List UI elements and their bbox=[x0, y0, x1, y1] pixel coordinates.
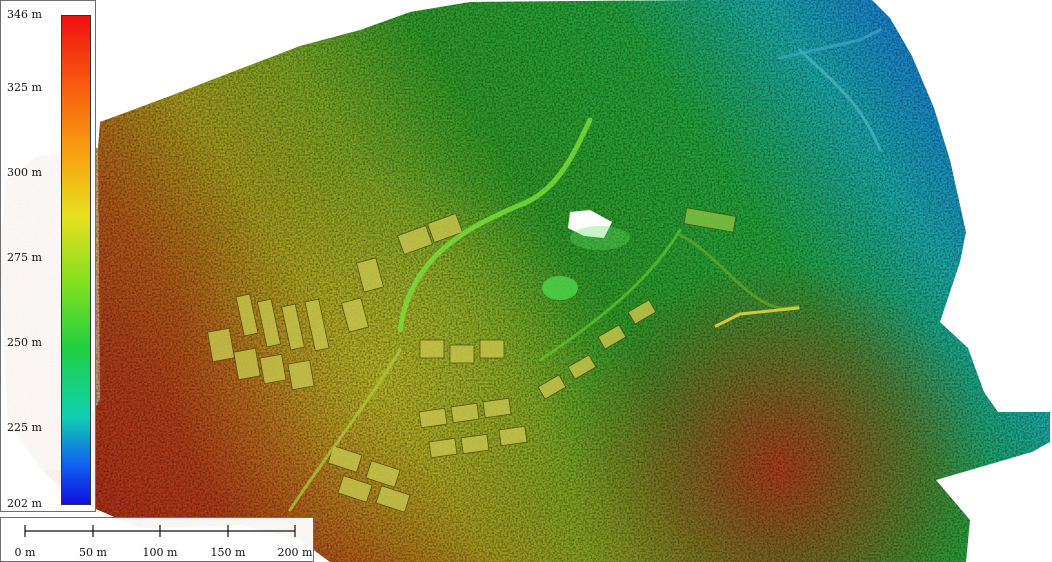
terrain-surface bbox=[0, 0, 1050, 562]
scale-label: 0 m bbox=[14, 546, 36, 559]
legend-label: 250 m bbox=[7, 336, 42, 349]
legend-label: 325 m bbox=[7, 81, 42, 94]
legend-label: 202 m bbox=[7, 497, 42, 510]
scale-bar: 0 m 50 m 100 m 150 m 200 m bbox=[0, 517, 314, 562]
scale-label: 200 m bbox=[277, 546, 313, 559]
legend-label: 275 m bbox=[7, 251, 42, 264]
scale-bar-line bbox=[24, 525, 296, 537]
elevation-legend: 346 m 325 m 300 m 275 m 250 m 225 m 202 … bbox=[0, 0, 96, 512]
elevation-map[interactable] bbox=[0, 0, 1052, 562]
legend-label: 300 m bbox=[7, 166, 42, 179]
scale-label: 50 m bbox=[79, 546, 107, 559]
legend-label: 225 m bbox=[7, 421, 42, 434]
elevation-color-ramp bbox=[61, 15, 91, 505]
legend-label: 346 m bbox=[7, 8, 42, 21]
scale-label: 100 m bbox=[142, 546, 178, 559]
scale-label: 150 m bbox=[210, 546, 246, 559]
